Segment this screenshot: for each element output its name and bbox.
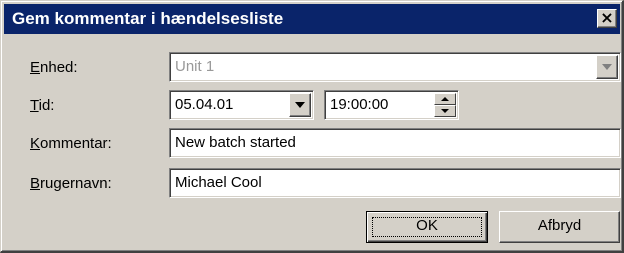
- unit-select-value: Unit 1: [175, 58, 215, 75]
- chevron-down-icon: [295, 102, 305, 108]
- username-label-text: rugernavn:: [40, 175, 112, 192]
- username-label-accesskey: B: [30, 175, 41, 192]
- time-spinner-value: 19:00:00: [330, 96, 389, 113]
- date-picker[interactable]: 05.04.01: [169, 90, 314, 120]
- spin-up-icon: [441, 97, 449, 101]
- time-spin-buttons: [434, 93, 456, 117]
- unit-label-text: nhed:: [40, 59, 78, 76]
- unit-label: Enhed:: [30, 59, 78, 76]
- window-title: Gem kommentar i hændelsesliste: [12, 9, 284, 28]
- date-picker-value: 05.04.01: [175, 96, 234, 113]
- close-button[interactable]: ×: [597, 9, 617, 28]
- spin-up-button[interactable]: [434, 93, 456, 105]
- cancel-button[interactable]: Afbryd: [499, 211, 620, 243]
- cancel-button-label: Afbryd: [537, 217, 582, 234]
- unit-dropdown-button[interactable]: [596, 55, 618, 79]
- time-spinner[interactable]: 19:00:00: [324, 90, 459, 120]
- username-input-value: Michael Cool: [175, 174, 262, 191]
- title-bar[interactable]: Gem kommentar i hændelsesliste ×: [4, 4, 620, 34]
- close-icon: ×: [600, 8, 614, 27]
- username-input[interactable]: Michael Cool: [169, 168, 621, 198]
- unit-label-accesskey: E: [30, 59, 41, 76]
- dialog-window: Gem kommentar i hændelsesliste × Enhed: …: [0, 0, 624, 253]
- comment-label-accesskey: K: [30, 135, 41, 152]
- time-label-accesskey: T: [30, 97, 39, 114]
- date-dropdown-button[interactable]: [289, 93, 311, 117]
- time-label-text: id:: [38, 97, 55, 114]
- chevron-down-icon: [602, 64, 612, 70]
- ok-button[interactable]: OK: [366, 211, 488, 243]
- spin-down-button[interactable]: [434, 105, 456, 117]
- comment-input[interactable]: New batch started: [169, 128, 621, 158]
- time-label: Tid:: [30, 97, 54, 114]
- spin-down-icon: [441, 109, 449, 113]
- username-label: Brugernavn:: [30, 175, 112, 192]
- unit-select[interactable]: Unit 1: [169, 52, 621, 82]
- comment-input-value: New batch started: [175, 134, 296, 151]
- comment-label-text: ommentar:: [40, 135, 112, 152]
- comment-label: Kommentar:: [30, 135, 112, 152]
- ok-button-label: OK: [416, 217, 438, 234]
